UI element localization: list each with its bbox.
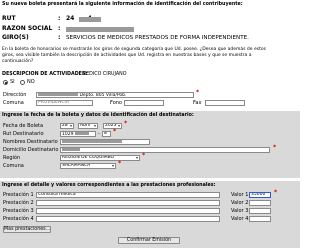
giros-sep: : bbox=[58, 34, 61, 41]
prestacion-3-input[interactable] bbox=[36, 208, 220, 214]
valor-1-label: Valor 1 bbox=[231, 192, 249, 198]
fecha-required-mark: * bbox=[124, 120, 128, 127]
prestacion-4-input[interactable] bbox=[36, 216, 220, 222]
nombres-redaction bbox=[62, 140, 122, 143]
notice-line-2: giros, sea visible también la descripció… bbox=[2, 53, 252, 58]
more-services-button[interactable]: Mas prestaciones... bbox=[3, 226, 51, 233]
razon-social-redaction bbox=[66, 27, 134, 32]
direccion-required-mark: * bbox=[196, 89, 200, 96]
fax-input[interactable] bbox=[205, 100, 245, 106]
valor-1-input[interactable]: 35000 bbox=[249, 192, 271, 198]
prestacion-1-label: Prestación 1 bbox=[3, 192, 34, 198]
direccion-label: Dirección bbox=[3, 92, 27, 98]
nombres-input[interactable] bbox=[60, 139, 150, 145]
radio-no-label: NO bbox=[27, 79, 35, 85]
services-header: Ingrese el detalle y valores correspondi… bbox=[2, 183, 216, 188]
receiver-comuna-select[interactable]: SALAMANCA bbox=[60, 163, 116, 169]
notice-line-3: continuación? bbox=[2, 59, 34, 64]
giros-label: GIRO(S) bbox=[2, 34, 29, 41]
rut-label: RUT bbox=[2, 15, 16, 22]
domicilio-required-mark: * bbox=[273, 144, 277, 151]
valor-2-input[interactable] bbox=[249, 200, 271, 206]
prestacion-1-input[interactable]: Consulta medica bbox=[36, 192, 220, 198]
rut-redaction bbox=[79, 17, 101, 22]
prestacion-3-label: Prestación 3 bbox=[3, 208, 34, 214]
region-select[interactable]: REGION DE COQUIMBO bbox=[60, 155, 140, 161]
region-required-mark: * bbox=[142, 152, 146, 159]
month-select[interactable]: Abril bbox=[78, 123, 98, 129]
receiver-header: Ingrese la fecha de la boleta y datos de… bbox=[2, 113, 194, 118]
valor-4-input[interactable] bbox=[249, 216, 271, 222]
valor-4-label: Valor 4 bbox=[231, 216, 249, 222]
prestacion-2-input[interactable] bbox=[36, 200, 220, 206]
rut-destinatario-label: Rut Destinatario bbox=[3, 131, 44, 137]
nombres-label: Nombres Destinatario bbox=[3, 139, 58, 145]
address-comuna-input[interactable]: PROVIDENCIA bbox=[36, 100, 93, 106]
rut-dv-required-mark: * bbox=[113, 128, 117, 135]
giros-value: SERVICIOS DE MEDICOS PRESTADOS DE FORMA … bbox=[66, 35, 249, 41]
domicilio-input[interactable] bbox=[60, 147, 270, 153]
fono-label: Fono bbox=[110, 100, 122, 106]
prestacion-2-label: Prestación 2 bbox=[3, 200, 34, 206]
domicilio-redaction bbox=[62, 148, 80, 151]
rut-dv-input[interactable]: 8 bbox=[102, 131, 111, 137]
receiver-comuna-required-mark: * bbox=[118, 160, 122, 167]
fax-label: Fax bbox=[193, 100, 202, 106]
address-comuna-label: Comuna bbox=[3, 100, 24, 106]
radio-no[interactable] bbox=[20, 80, 25, 85]
valor-1-required-mark: * bbox=[274, 189, 278, 196]
rut-destinatario-redaction bbox=[74, 132, 89, 135]
day-select[interactable]: 28 bbox=[60, 123, 74, 129]
radio-si-label: SI bbox=[10, 79, 15, 85]
domicilio-label: Domicilio Destinatario bbox=[3, 147, 59, 153]
valor-2-label: Valor 2 bbox=[231, 200, 249, 206]
rut-sep: : bbox=[58, 15, 61, 22]
valor-3-input[interactable] bbox=[249, 208, 271, 214]
fecha-label: Fecha de Boleta bbox=[3, 123, 44, 129]
activities-value: MEDICO CIRUJANO bbox=[82, 72, 127, 77]
direccion-input[interactable]: Depto. 805 Villa/Pob. bbox=[36, 92, 194, 98]
fono-input[interactable] bbox=[124, 100, 164, 106]
receiver-comuna-label: Comuna bbox=[3, 163, 24, 169]
rut-destinatario-input[interactable]: 1029 bbox=[60, 131, 96, 137]
direccion-value: Depto. 805 Villa/Pob. bbox=[79, 93, 127, 98]
radio-si-dot bbox=[4, 81, 7, 84]
rut-destinatario-value: 1029 bbox=[62, 132, 74, 137]
confirm-emission-button[interactable]: Confirmar Emisión bbox=[118, 237, 180, 244]
radio-si[interactable] bbox=[3, 80, 8, 85]
prestacion-4-label: Prestación 4 bbox=[3, 216, 34, 222]
direccion-redaction bbox=[38, 93, 78, 96]
valor-3-label: Valor 3 bbox=[231, 208, 249, 214]
razon-social-label: RAZON SOCIAL bbox=[2, 25, 53, 32]
activities-label: DESCRIPCION DE ACTIVIDADES: bbox=[2, 72, 88, 77]
region-label: Región bbox=[3, 155, 21, 161]
rut-dash: - bbox=[98, 131, 100, 137]
intro-text: Su nueva boleta presentará la siguiente … bbox=[2, 2, 243, 7]
razon-social-sep: : bbox=[58, 25, 61, 32]
